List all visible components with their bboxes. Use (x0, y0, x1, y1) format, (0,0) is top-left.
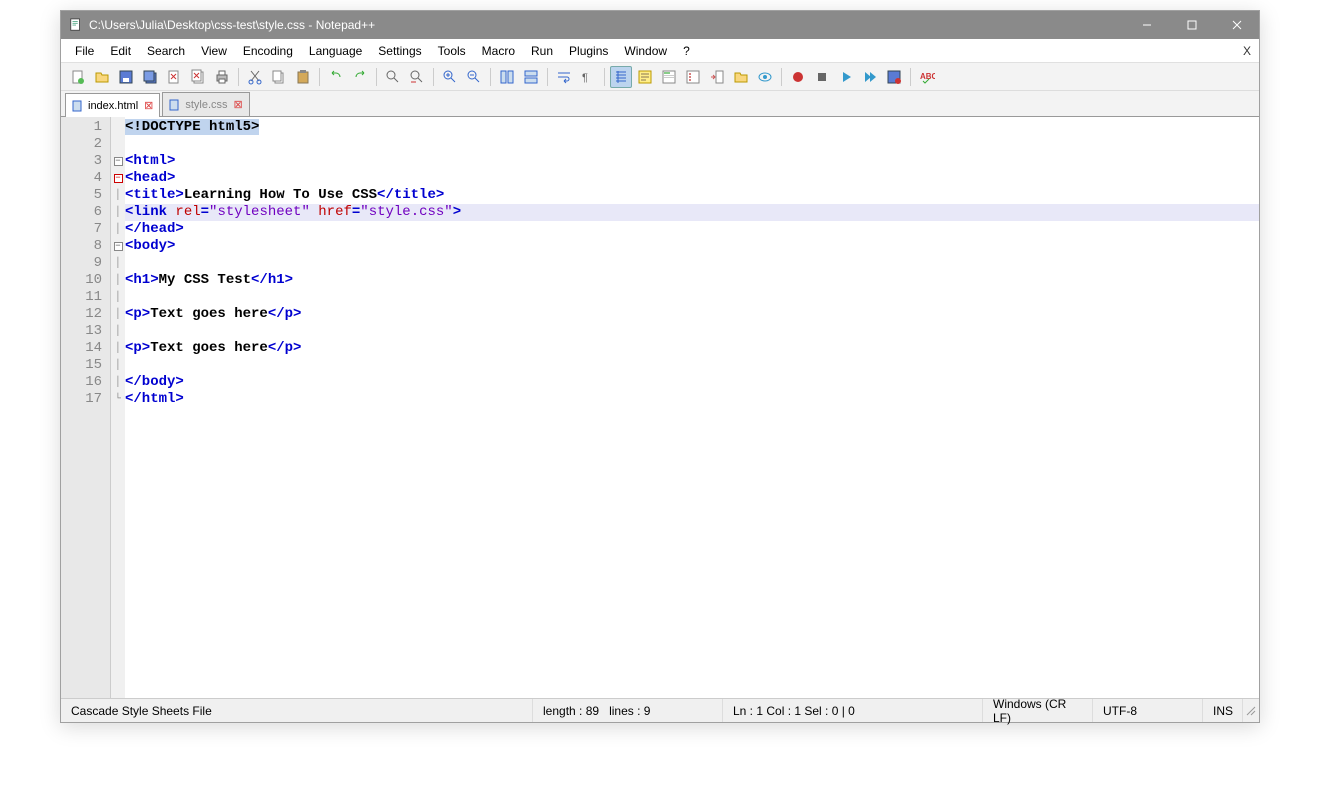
tab-close-icon[interactable]: ⊠ (144, 99, 153, 112)
svg-text:ABC: ABC (920, 72, 935, 81)
menu-search[interactable]: Search (139, 44, 193, 58)
play-macro-icon[interactable] (835, 66, 857, 88)
doc-map-icon[interactable] (658, 66, 680, 88)
code-content[interactable]: <!DOCTYPE html5> <html><head><title>Lear… (125, 117, 1259, 698)
udl-icon[interactable] (634, 66, 656, 88)
paste-icon[interactable] (292, 66, 314, 88)
menu-macro[interactable]: Macro (474, 44, 523, 58)
doc-list-icon[interactable] (682, 66, 704, 88)
close-button[interactable] (1214, 11, 1259, 39)
window-controls (1124, 11, 1259, 39)
tabbar: index.html⊠style.css⊠ (61, 91, 1259, 117)
menu-tools[interactable]: Tools (430, 44, 474, 58)
find-icon[interactable] (382, 66, 404, 88)
wordwrap-icon[interactable] (553, 66, 575, 88)
undo-icon[interactable] (325, 66, 347, 88)
close-file-icon[interactable] (163, 66, 185, 88)
editor-area: 1234567891011121314151617 │││││││││││└ <… (61, 117, 1259, 698)
window-title: C:\Users\Julia\Desktop\css-test\style.cs… (89, 18, 1124, 32)
menubar: FileEditSearchViewEncodingLanguageSettin… (61, 39, 1259, 63)
toolbar: ¶ ABC (61, 63, 1259, 91)
menu-help[interactable]: ? (675, 44, 698, 58)
function-list-icon[interactable] (706, 66, 728, 88)
file-icon (72, 100, 84, 112)
replace-icon[interactable] (406, 66, 428, 88)
resize-grip-icon[interactable] (1243, 703, 1259, 719)
new-file-icon[interactable] (67, 66, 89, 88)
sync-h-icon[interactable] (520, 66, 542, 88)
play-multi-icon[interactable] (859, 66, 881, 88)
close-all-icon[interactable] (187, 66, 209, 88)
document-close-icon[interactable]: X (1243, 44, 1251, 58)
menu-plugins[interactable]: Plugins (561, 44, 616, 58)
titlebar[interactable]: C:\Users\Julia\Desktop\css-test\style.cs… (61, 11, 1259, 39)
print-icon[interactable] (211, 66, 233, 88)
status-length: length : 89 lines : 9 (533, 699, 723, 722)
menu-encoding[interactable]: Encoding (235, 44, 301, 58)
menu-window[interactable]: Window (616, 44, 675, 58)
menu-settings[interactable]: Settings (370, 44, 429, 58)
menu-view[interactable]: View (193, 44, 235, 58)
status-eol: Windows (CR LF) (983, 699, 1093, 722)
status-insert-mode: INS (1203, 699, 1243, 722)
maximize-button[interactable] (1169, 11, 1214, 39)
app-icon (69, 18, 83, 32)
statusbar: Cascade Style Sheets File length : 89 li… (61, 698, 1259, 722)
status-encoding: UTF-8 (1093, 699, 1203, 722)
status-position: Ln : 1 Col : 1 Sel : 0 | 0 (723, 699, 983, 722)
copy-icon[interactable] (268, 66, 290, 88)
app-window: C:\Users\Julia\Desktop\css-test\style.cs… (60, 10, 1260, 723)
menu-edit[interactable]: Edit (102, 44, 139, 58)
record-macro-icon[interactable] (787, 66, 809, 88)
show-all-chars-icon[interactable]: ¶ (577, 66, 599, 88)
sync-v-icon[interactable] (496, 66, 518, 88)
fold-column[interactable]: │││││││││││└ (111, 117, 125, 698)
open-file-icon[interactable] (91, 66, 113, 88)
tab-style-css[interactable]: style.css⊠ (162, 92, 249, 116)
menu-language[interactable]: Language (301, 44, 370, 58)
save-macro-icon[interactable] (883, 66, 905, 88)
menu-run[interactable]: Run (523, 44, 561, 58)
status-filetype: Cascade Style Sheets File (61, 699, 533, 722)
monitor-icon[interactable] (754, 66, 776, 88)
menu-file[interactable]: File (67, 44, 102, 58)
tab-index-html[interactable]: index.html⊠ (65, 93, 160, 117)
tab-close-icon[interactable]: ⊠ (234, 98, 243, 111)
redo-icon[interactable] (349, 66, 371, 88)
zoom-out-icon[interactable] (463, 66, 485, 88)
zoom-in-icon[interactable] (439, 66, 461, 88)
save-icon[interactable] (115, 66, 137, 88)
folder-workspace-icon[interactable] (730, 66, 752, 88)
indent-guide-icon[interactable] (610, 66, 632, 88)
file-icon (169, 99, 181, 111)
minimize-button[interactable] (1124, 11, 1169, 39)
stop-macro-icon[interactable] (811, 66, 833, 88)
save-all-icon[interactable] (139, 66, 161, 88)
line-number-gutter[interactable]: 1234567891011121314151617 (61, 117, 111, 698)
spellcheck-icon[interactable]: ABC (916, 66, 938, 88)
svg-text:¶: ¶ (582, 72, 588, 84)
cut-icon[interactable] (244, 66, 266, 88)
